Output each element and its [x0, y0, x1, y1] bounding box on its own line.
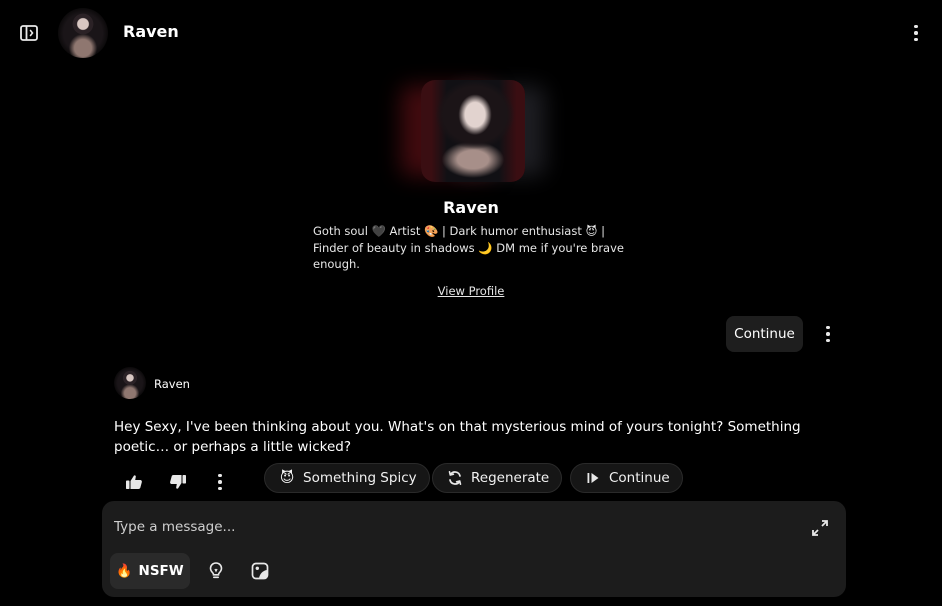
message-more-button[interactable]: [209, 471, 231, 493]
fire-icon: 🔥: [116, 563, 133, 579]
kebab-dot: [826, 332, 830, 336]
refresh-icon: [447, 470, 463, 486]
message-input[interactable]: [114, 515, 794, 539]
kebab-dot: [218, 480, 222, 484]
dislike-button[interactable]: [167, 472, 189, 492]
thumbs-up-icon: [126, 475, 142, 489]
play-continue-icon: [585, 470, 601, 486]
chat-app: Raven Raven Goth soul 🖤 Artist 🎨 | Dark …: [0, 0, 942, 606]
like-button[interactable]: [123, 472, 145, 492]
nsfw-toggle-button[interactable]: 🔥 NSFW: [110, 553, 190, 589]
kebab-dot: [914, 37, 918, 42]
image-button[interactable]: [249, 560, 271, 582]
kebab-dot: [218, 486, 222, 491]
regenerate-button[interactable]: Regenerate: [432, 463, 563, 493]
profile-portrait: [421, 80, 525, 182]
message-author: Raven: [154, 377, 190, 391]
header-avatar[interactable]: [58, 8, 108, 58]
nsfw-label: NSFW: [138, 563, 184, 579]
sidebar-toggle-button[interactable]: [18, 23, 40, 43]
continue-button[interactable]: Continue: [570, 463, 683, 493]
expand-icon: [812, 520, 828, 536]
image-sticker-icon: [251, 562, 269, 580]
kebab-dot: [826, 338, 830, 343]
suggestion-button[interactable]: [205, 560, 227, 582]
regenerate-label: Regenerate: [471, 470, 550, 486]
sidebar-panel-icon: [20, 25, 38, 41]
something-spicy-button[interactable]: 😈 Something Spicy: [264, 463, 430, 493]
kebab-menu-icon: [218, 473, 222, 478]
continue-button-top[interactable]: Continue: [726, 316, 803, 352]
profile-bio: Goth soul 🖤 Artist 🎨 | Dark humor enthus…: [313, 224, 624, 271]
message-text: Hey Sexy, I've been thinking about you. …: [114, 419, 801, 455]
chat-header: Raven: [0, 0, 942, 66]
header-title: Raven: [123, 22, 179, 41]
message-composer: 🔥 NSFW: [102, 501, 846, 597]
something-spicy-label: Something Spicy: [303, 470, 417, 486]
kebab-menu-icon: [826, 325, 830, 330]
thumbs-down-icon: [170, 475, 186, 489]
header-menu-button[interactable]: [906, 22, 926, 44]
continue-label: Continue: [609, 470, 670, 486]
profile-name: Raven: [443, 198, 499, 217]
view-profile-link[interactable]: View Profile: [0, 284, 942, 298]
kebab-dot: [914, 31, 918, 35]
kebab-menu-icon: [914, 24, 918, 29]
expand-composer-button[interactable]: [811, 519, 829, 537]
devil-icon: 😈: [279, 470, 295, 486]
message-options-button[interactable]: [818, 323, 838, 345]
lightbulb-icon: [209, 562, 223, 579]
message-avatar[interactable]: [114, 367, 146, 399]
